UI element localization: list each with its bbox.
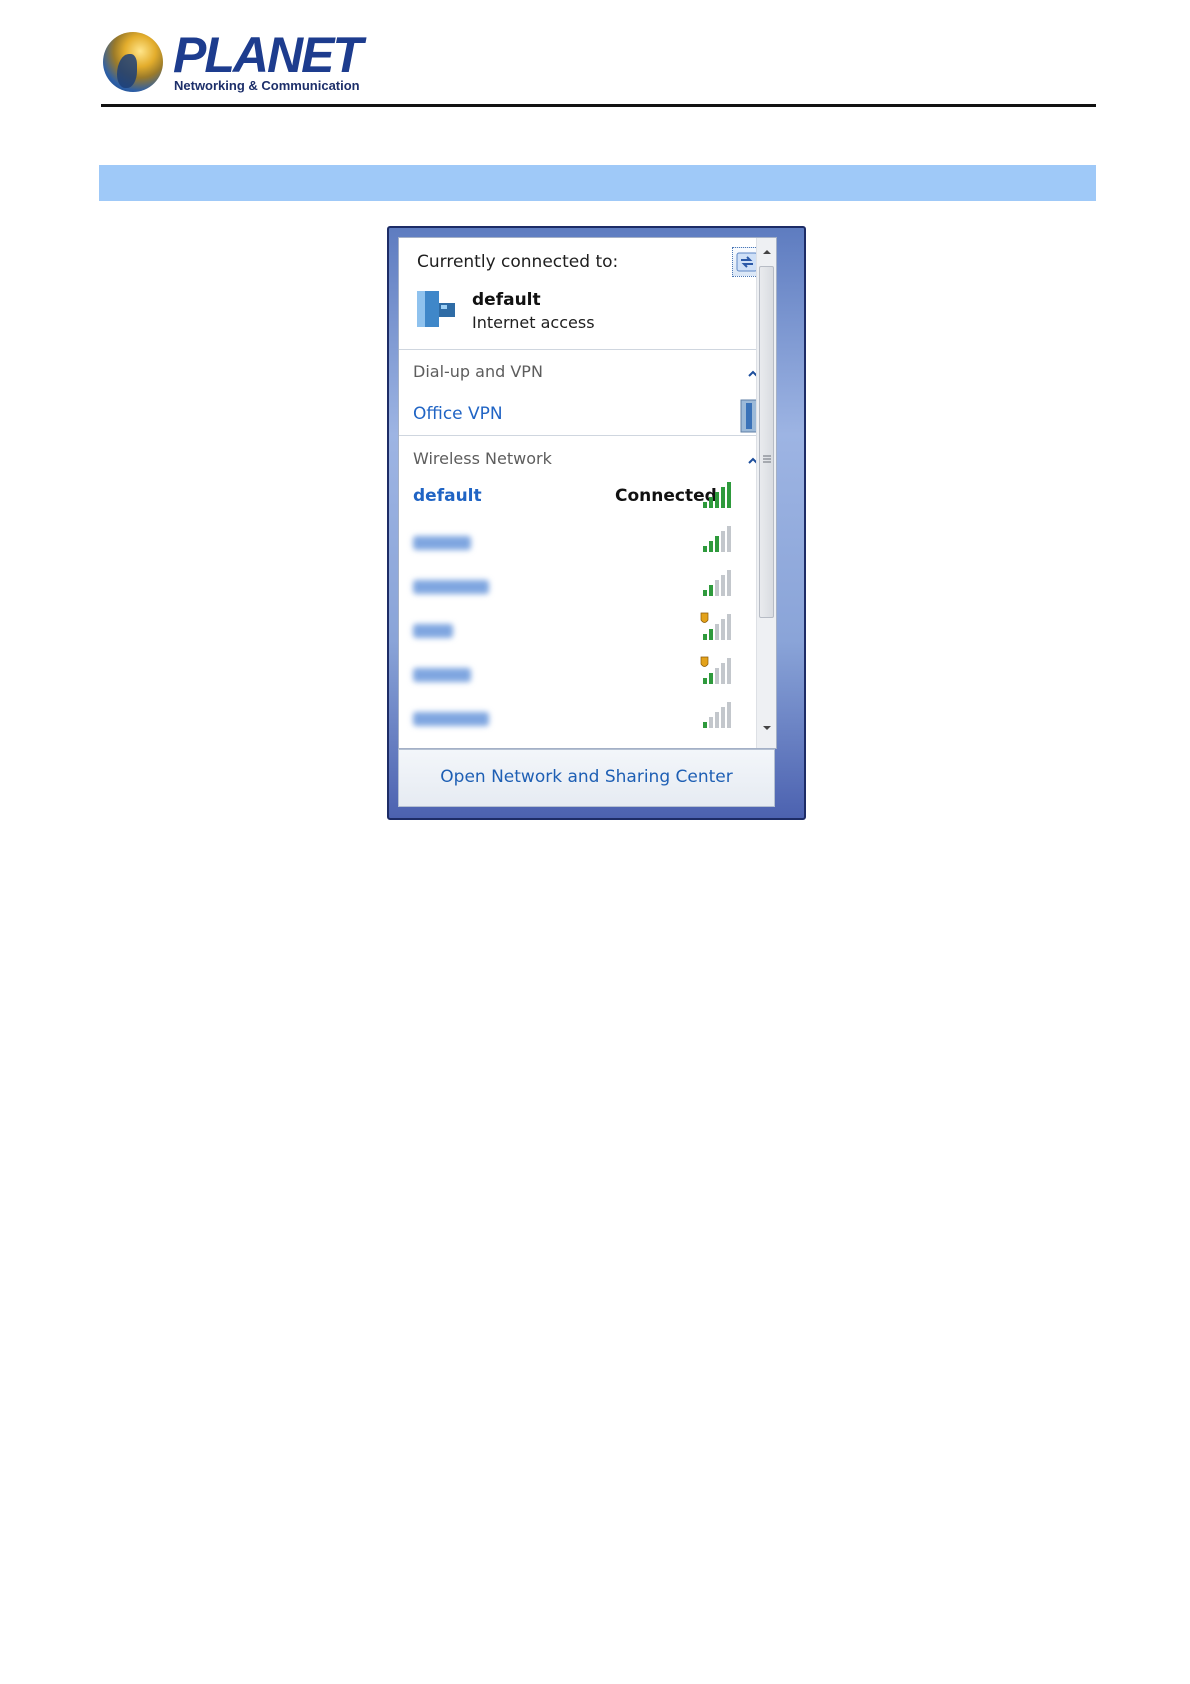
divider [399,435,776,436]
signal-strength-icon [703,702,731,728]
wireless-network-row[interactable] [399,567,776,607]
wireless-network-name [413,624,453,638]
wireless-section-title: Wireless Network [413,449,552,468]
signal-bar [709,541,713,552]
current-network-name: default [472,290,541,310]
logo-wordmark: PLANET [173,27,363,83]
wireless-network-row[interactable]: default Connected [399,479,776,519]
wireless-network-row[interactable] [399,699,776,739]
security-warning-shield-icon [700,612,709,623]
section-band [99,165,1096,201]
planet-logo: PLANET Networking & Communication [101,27,363,98]
logo-tagline: Networking & Communication [174,78,360,93]
signal-bar [709,629,713,640]
signal-bar [715,712,719,728]
currently-connected-title: Currently connected to: [417,252,619,272]
current-network-access: Internet access [472,313,595,332]
signal-bar [715,492,719,508]
wireless-network-row[interactable] [399,523,776,563]
signal-bar [721,663,725,684]
signal-strength-icon [700,612,731,640]
signal-bar [727,570,731,596]
signal-bar [703,634,707,640]
wireless-network-row[interactable] [399,611,776,651]
scroll-grip-icon [763,455,771,463]
vpn-connection-office[interactable]: Office VPN [413,404,503,424]
divider [399,349,776,350]
signal-bar [703,590,707,596]
signal-bar [721,619,725,640]
signal-bar [703,546,707,552]
network-flyout: Currently connected to: default Internet… [387,226,806,820]
signal-strength-icon [703,482,731,508]
dialup-vpn-section-title: Dial-up and VPN [413,362,543,381]
scroll-down-arrow-icon[interactable] [762,724,772,732]
signal-bar [709,497,713,508]
signal-strength-icon [703,526,731,552]
signal-bar [703,722,707,728]
signal-bar [709,717,713,728]
wireless-network-name: default [413,486,482,506]
scrollbar[interactable] [756,238,776,748]
wireless-network-name [413,668,471,682]
signal-bar [715,624,719,640]
network-computer-icon [417,291,455,327]
signal-strength-icon [700,656,731,684]
signal-strength-icon [703,570,731,596]
signal-bar [727,614,731,640]
open-network-sharing-center-link[interactable]: Open Network and Sharing Center [399,767,774,787]
wireless-network-name [413,536,471,550]
scroll-up-arrow-icon[interactable] [762,248,772,256]
signal-bar [703,678,707,684]
signal-bar [703,502,707,508]
wireless-network-row[interactable] [399,655,776,695]
signal-bar [727,482,731,508]
signal-bar [721,487,725,508]
signal-bar [727,658,731,684]
signal-bar [709,673,713,684]
security-warning-shield-icon [700,656,709,667]
signal-bar [727,526,731,552]
header-rule [101,104,1096,107]
network-list-panel: Currently connected to: default Internet… [398,237,777,749]
signal-bar [715,536,719,552]
signal-bar [727,702,731,728]
flyout-footer: Open Network and Sharing Center [398,749,775,807]
scrollbar-thumb[interactable] [759,266,774,618]
signal-bar [721,531,725,552]
wireless-network-name [413,712,489,726]
wireless-network-name [413,580,489,594]
signal-bar [721,575,725,596]
signal-bar [709,585,713,596]
signal-bar [715,668,719,684]
globe-icon [103,32,163,92]
signal-bar [715,580,719,596]
signal-bar [721,707,725,728]
